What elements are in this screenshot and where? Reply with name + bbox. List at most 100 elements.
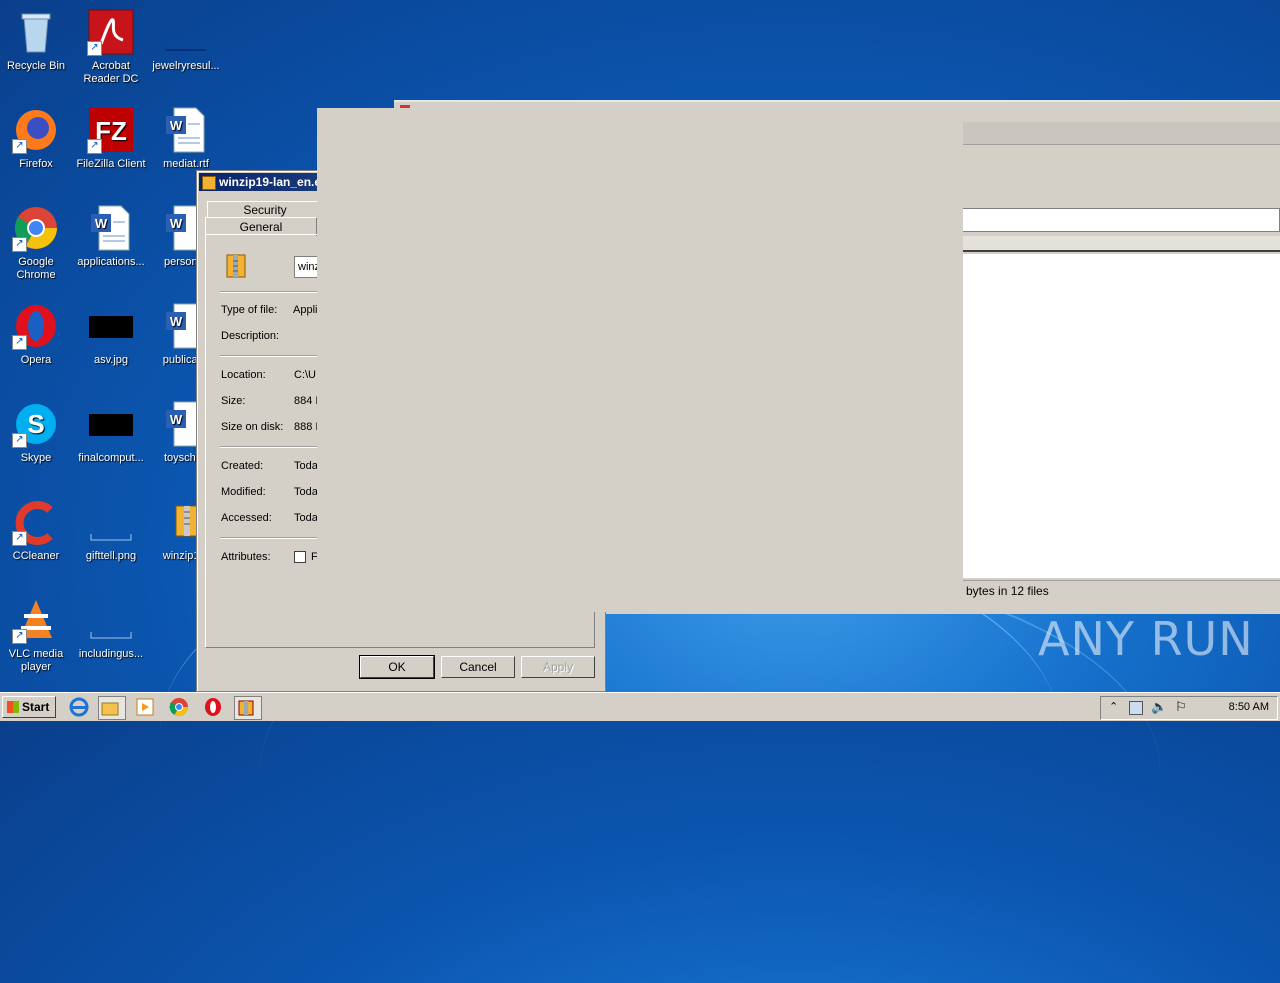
- volume-icon[interactable]: 🔈: [1151, 699, 1167, 715]
- apply-button[interactable]: Apply: [521, 656, 595, 678]
- desktop-icon-finalcomput[interactable]: finalcomput...: [75, 398, 147, 465]
- svg-text:W: W: [170, 412, 183, 427]
- desktop-icon-label: CCleaner: [12, 550, 60, 562]
- attribute-checkbox[interactable]: [294, 551, 306, 563]
- desktop-icon-label: VLC media player: [8, 648, 64, 673]
- winzip-icon: [238, 700, 254, 716]
- size-value: 884 I: [294, 395, 319, 407]
- desktop-icon-mediat[interactable]: W mediat.rtf: [150, 104, 222, 171]
- separator: [220, 537, 320, 539]
- blank-window-overlay: [317, 108, 963, 612]
- desktop-icon-google-chrome[interactable]: ↗ Google Chrome: [0, 202, 72, 282]
- image-file-icon: [87, 596, 135, 644]
- desktop-icon-firefox[interactable]: ↗ Firefox: [0, 104, 72, 171]
- taskbar: Start ⌃ 🔈 ⚐ 8:50 AM: [0, 692, 1280, 721]
- image-file-icon: [87, 302, 135, 350]
- size-on-disk-label: Size on disk:: [221, 421, 284, 433]
- created-value: Toda: [294, 460, 318, 472]
- shortcut-arrow-icon: ↗: [12, 531, 27, 546]
- clock[interactable]: 8:50 AM: [1229, 701, 1269, 713]
- network-icon[interactable]: [1129, 701, 1143, 715]
- description-label: Description:: [221, 330, 280, 342]
- show-hidden-icons-icon[interactable]: ⌃: [1109, 700, 1118, 713]
- image-file-icon: [162, 8, 210, 56]
- desktop-icon-asv[interactable]: asv.jpg: [75, 300, 147, 367]
- modified-value: Toda: [294, 486, 318, 498]
- svg-text:S: S: [27, 409, 44, 439]
- dialog-title: winzip19-lan_en.e: [219, 175, 322, 189]
- skype-icon: S ↗: [12, 400, 60, 448]
- image-file-icon: [87, 498, 135, 546]
- desktop-icon-label: jewelryresul...: [152, 60, 220, 72]
- svg-text:W: W: [170, 216, 183, 231]
- tab-security-label: Security: [243, 203, 287, 217]
- desktop-icon-label: applications...: [77, 256, 145, 268]
- desktop-icon-label: finalcomput...: [78, 452, 144, 464]
- created-label: Created:: [221, 460, 264, 472]
- desktop-icon-recycle-bin[interactable]: Recycle Bin: [0, 6, 72, 73]
- desktop-icon-opera[interactable]: ↗ Opera: [0, 300, 72, 367]
- desktop-icon-label: Firefox: [19, 158, 53, 170]
- shortcut-arrow-icon: ↗: [12, 335, 27, 350]
- desktop-icon-gifttell[interactable]: gifttell.png: [75, 496, 147, 563]
- svg-text:W: W: [95, 216, 108, 231]
- shortcut-arrow-icon: ↗: [12, 433, 27, 448]
- taskbar-explorer[interactable]: [98, 696, 126, 720]
- tab-security[interactable]: Security: [207, 201, 323, 218]
- taskbar-ie[interactable]: [68, 696, 94, 718]
- chrome-icon: ↗: [12, 204, 60, 252]
- desktop-icon-skype[interactable]: S ↗ Skype: [0, 398, 72, 465]
- modified-label: Modified:: [221, 486, 266, 498]
- shortcut-arrow-icon: ↗: [12, 629, 27, 644]
- taskbar-media-player[interactable]: [134, 696, 160, 718]
- start-label: Start: [22, 700, 50, 714]
- separator: [220, 446, 320, 448]
- taskbar-winzip[interactable]: [234, 696, 262, 720]
- desktop-icon-vlc[interactable]: ↗ VLC media player: [0, 594, 72, 674]
- ccleaner-icon: ↗: [12, 498, 60, 546]
- action-center-flag-icon[interactable]: ⚐: [1175, 699, 1187, 715]
- taskbar-opera[interactable]: [202, 696, 228, 718]
- system-tray: ⌃ 🔈 ⚐ 8:50 AM: [1100, 696, 1278, 720]
- desktop-icon-includingus[interactable]: includingus...: [75, 594, 147, 661]
- desktop-icon-acrobat[interactable]: ↗ Acrobat Reader DC: [75, 6, 147, 86]
- image-file-icon: [87, 400, 135, 448]
- filezilla-icon: FZ ↗: [87, 106, 135, 154]
- vlc-icon: ↗: [12, 596, 60, 644]
- desktop-icon-label: FileZilla Client: [76, 158, 146, 170]
- desktop-icon-filezilla[interactable]: FZ ↗ FileZilla Client: [75, 104, 147, 171]
- taskbar-chrome[interactable]: [168, 696, 194, 718]
- desktop-icon-label: Acrobat Reader DC: [83, 60, 139, 85]
- internet-explorer-icon: [69, 697, 89, 717]
- start-button[interactable]: Start: [2, 696, 56, 718]
- separator: [220, 355, 320, 357]
- shortcut-arrow-icon: ↗: [87, 139, 102, 154]
- tab-general-label: General: [239, 220, 283, 234]
- type-of-file-label: Type of file:: [221, 304, 278, 316]
- desktop-icon-label: Google Chrome: [16, 256, 56, 281]
- type-of-file-value: Appli: [293, 304, 318, 316]
- desktop-icon-applications[interactable]: W applications...: [75, 202, 147, 269]
- file-type-icon: [223, 253, 249, 282]
- status-text: 5 bytes in 12 files: [956, 584, 1049, 598]
- desktop-icon-label: Skype: [20, 452, 52, 464]
- acrobat-icon: ↗: [87, 8, 135, 56]
- ok-button[interactable]: OK: [359, 655, 435, 679]
- opera-icon: [205, 698, 221, 716]
- size-on-disk-value: 888 I: [294, 421, 319, 433]
- desktop-icon-jewelryresul[interactable]: jewelryresul...: [150, 6, 222, 73]
- accessed-label: Accessed:: [221, 512, 272, 524]
- folder-icon: [101, 702, 119, 716]
- svg-text:W: W: [170, 314, 183, 329]
- anyrun-watermark: ANY RUN: [1038, 612, 1254, 666]
- location-label: Location:: [221, 369, 266, 381]
- desktop-icon-label: includingus...: [78, 648, 144, 660]
- attributes-label: Attributes:: [221, 551, 271, 563]
- desktop-icon-ccleaner[interactable]: ↗ CCleaner: [0, 496, 72, 563]
- shortcut-arrow-icon: ↗: [12, 237, 27, 252]
- windows-logo-icon: [7, 701, 19, 713]
- winzip-icon: [202, 176, 216, 190]
- recycle-bin-icon: [12, 8, 60, 56]
- cancel-button[interactable]: Cancel: [441, 656, 515, 678]
- location-value: C:\U: [294, 369, 316, 381]
